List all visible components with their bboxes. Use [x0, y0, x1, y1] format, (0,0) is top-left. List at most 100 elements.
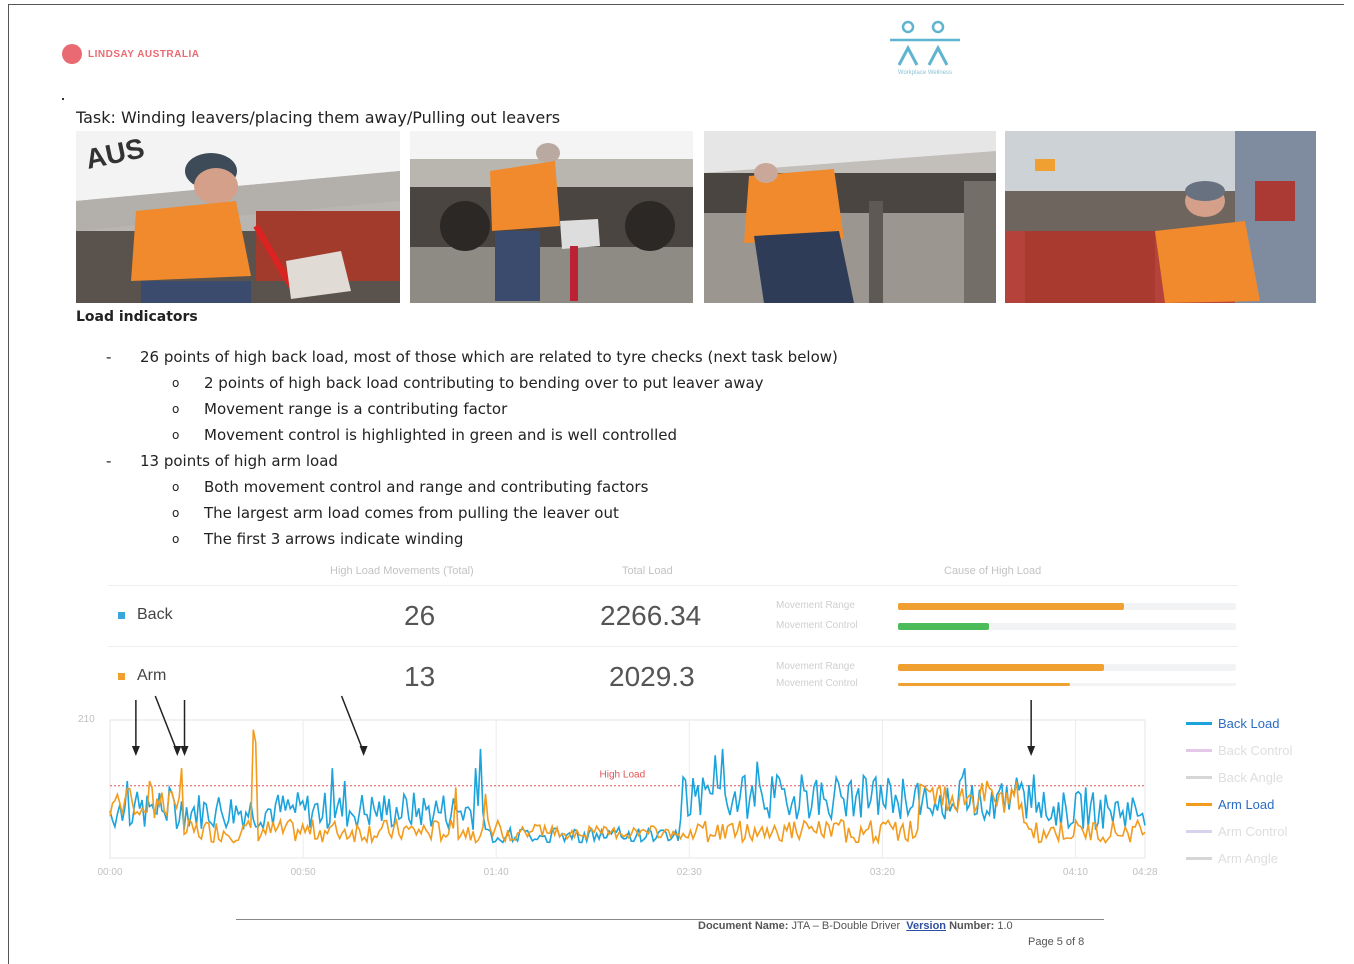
table-divider: [108, 585, 1238, 586]
legend-swatch: [1186, 857, 1212, 860]
sub-bullet-item: o Movement range is a contributing factor: [106, 398, 838, 424]
bullet-mark: -: [106, 452, 112, 470]
doc-name: JTA – B-Double Driver: [791, 920, 901, 932]
chart-legend: Back Load Back Control Back Angle Arm Load A…: [1186, 710, 1292, 872]
footer-doc-info: Document Name: JTA – B-Double Driver Ver…: [698, 920, 1013, 932]
bullet-item: - 13 points of high arm load: [106, 450, 838, 476]
sub-bullet-item: o The largest arm load comes from pulling…: [106, 502, 838, 528]
legend-item[interactable]: Arm Angle: [1186, 845, 1292, 872]
annotation-arrow: [154, 695, 178, 753]
row-label-text: Arm: [137, 667, 167, 684]
stray-dot: [62, 98, 64, 100]
legend-label: Back Control: [1218, 743, 1293, 758]
doc-name-label: Document Name:: [698, 920, 789, 932]
sub-bullet-item: o 2 points of high back load contributing…: [106, 372, 838, 398]
row-label-text: Back: [137, 606, 173, 623]
bullet-text: 13 points of high arm load: [140, 452, 338, 470]
annotation-arrowhead: [131, 746, 140, 756]
sub-bullet-item: o The first 3 arrows indicate winding: [106, 528, 838, 554]
back-total-load: 2266.34: [600, 600, 702, 631]
bullet-text: Both movement control and range and cont…: [204, 478, 649, 496]
annotation-arrowhead: [1027, 746, 1036, 756]
version-label: Version: [906, 920, 947, 932]
doc-number: 1.0: [997, 920, 1013, 932]
bullet-item: - 26 points of high back load, most of th…: [106, 346, 838, 372]
sub-bullet-item: o Both movement control and range and con…: [106, 476, 838, 502]
bar-fill: [898, 683, 1071, 686]
bullet-mark: -: [106, 348, 112, 366]
back-control-bar: [898, 623, 1236, 630]
annotation-arrowhead: [180, 746, 189, 756]
legend-label: Arm Control: [1218, 824, 1288, 839]
photo-bending-over: [704, 131, 996, 303]
header-total-load: Total Load: [622, 565, 673, 577]
legend-label: Back Load: [1218, 716, 1280, 731]
legend-swatch: [1186, 776, 1212, 779]
bullet-text: The largest arm load comes from pulling …: [204, 504, 619, 522]
back-cause-range-label: Movement Range: [776, 600, 855, 611]
legend-swatch: [1186, 830, 1212, 833]
photo-winding-leaver: AUS: [76, 131, 400, 303]
back-range-bar: [898, 603, 1236, 610]
bullet-text: The first 3 arrows indicate winding: [204, 530, 464, 548]
x-tick-label: 01:40: [484, 867, 509, 878]
lindsay-logo: LINDSAY AUSTRALIA: [62, 44, 199, 64]
lindsay-logo-mark: [62, 44, 82, 64]
row-label-arm: Arm: [118, 667, 166, 685]
bullet-mark: o: [172, 480, 180, 494]
bullet-list: - 26 points of high back load, most of th…: [106, 346, 838, 554]
load-chart: 00:00 00:50 01:40 02:30 03:20 04:10 04:28 210 Hi…: [78, 695, 1158, 878]
bar-fill: [898, 603, 1125, 610]
bullet-mark: o: [172, 376, 180, 390]
annotation-arrowhead: [359, 746, 368, 756]
arm-color-square: [118, 672, 125, 680]
x-tick-label: 00:00: [97, 867, 122, 878]
bullet-text: Movement range is a contributing factor: [204, 400, 508, 418]
x-tick-label: 00:50: [291, 867, 316, 878]
header-cause: Cause of High Load: [944, 565, 1042, 577]
wellness-logo-text: Workplace Wellness: [897, 70, 953, 76]
legend-label: Arm Load: [1218, 797, 1275, 812]
series-back-load: [109, 748, 1146, 845]
x-tick-label: 04:28: [1132, 867, 1157, 878]
photo-pulling-leaver: [1005, 131, 1316, 303]
x-tick-label: 02:30: [677, 867, 702, 878]
threshold-label: High Load: [600, 770, 646, 781]
section-title-load-indicators: Load indicators: [76, 309, 198, 325]
legend-item[interactable]: Arm Load: [1186, 791, 1292, 818]
sub-bullet-item: o Movement control is highlighted in gree…: [106, 424, 838, 450]
legend-swatch: [1186, 749, 1212, 752]
bullet-mark: o: [172, 506, 180, 520]
bullet-mark: o: [172, 402, 180, 416]
arm-total-load: 2029.3: [609, 661, 695, 692]
arm-cause-range-label: Movement Range: [776, 661, 855, 672]
annotation-arrowhead: [173, 746, 182, 756]
back-movements: 26: [404, 600, 436, 631]
legend-swatch: [1186, 803, 1212, 806]
table-divider: [108, 646, 1238, 647]
legend-label: Back Angle: [1218, 770, 1284, 785]
arm-cause-control-label: Movement Control: [776, 678, 858, 686]
annotation-arrow: [340, 695, 365, 753]
task-title: Task: Winding leavers/placing them away/…: [76, 108, 561, 127]
legend-item[interactable]: Arm Control: [1186, 818, 1292, 845]
lindsay-logo-text: LINDSAY AUSTRALIA: [88, 48, 200, 60]
row-label-back: Back: [118, 606, 173, 624]
header-high-load-movements: High Load Movements (Total): [330, 565, 474, 577]
arm-control-bar: [898, 683, 1236, 686]
bar-fill: [898, 623, 990, 630]
y-axis-label: 210: [78, 714, 95, 725]
bullet-mark: o: [172, 532, 180, 546]
bar-fill: [898, 664, 1105, 671]
legend-label: Arm Angle: [1218, 851, 1278, 866]
number-label: Number:: [949, 920, 995, 932]
page-number: Page 5 of 8: [1028, 936, 1085, 948]
bullet-text: 2 points of high back load contributing …: [204, 374, 764, 392]
x-tick-label: 04:10: [1063, 867, 1088, 878]
photo-placing-leaver: [410, 131, 693, 303]
bullet-text: Movement control is highlighted in green…: [204, 426, 677, 444]
legend-item[interactable]: Back Control: [1186, 737, 1292, 764]
legend-item[interactable]: Back Load: [1186, 710, 1292, 737]
back-cause-control-label: Movement Control: [776, 620, 858, 631]
legend-item[interactable]: Back Angle: [1186, 764, 1292, 791]
